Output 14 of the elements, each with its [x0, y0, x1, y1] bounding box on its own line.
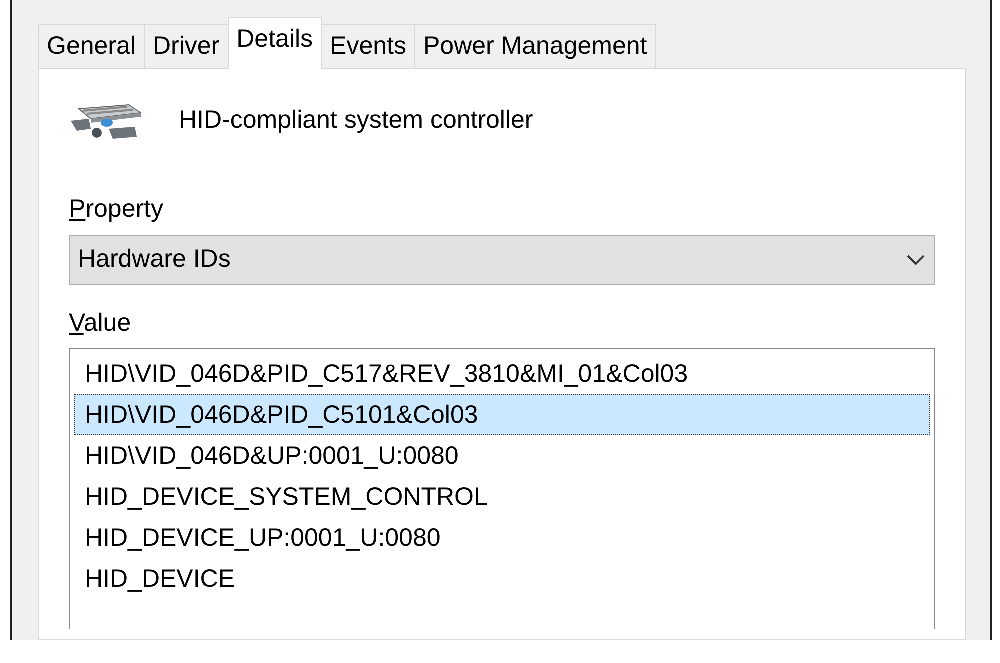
- value-label: Value: [69, 308, 132, 338]
- tab[interactable]: Power Management: [414, 24, 656, 68]
- property-dropdown[interactable]: Hardware IDs: [69, 234, 935, 284]
- tab[interactable]: Details: [228, 17, 322, 69]
- list-item[interactable]: HID_DEVICE: [74, 558, 930, 599]
- list-item[interactable]: HID\VID_046D&PID_C517&REV_3810&MI_01&Col03: [74, 353, 930, 394]
- tab[interactable]: General: [38, 24, 145, 68]
- list-item[interactable]: HID_DEVICE_SYSTEM_CONTROL: [74, 476, 930, 517]
- list-item[interactable]: HID\VID_046D&UP:0001_U:0080: [74, 435, 930, 476]
- list-item[interactable]: HID\VID_046D&PID_C5101&Col03: [74, 394, 930, 435]
- chevron-down-icon: [906, 254, 926, 266]
- property-label: Property: [69, 194, 164, 225]
- list-item[interactable]: HID_DEVICE_UP:0001_U:0080: [74, 517, 930, 558]
- device-name: HID-compliant system controller: [179, 105, 534, 136]
